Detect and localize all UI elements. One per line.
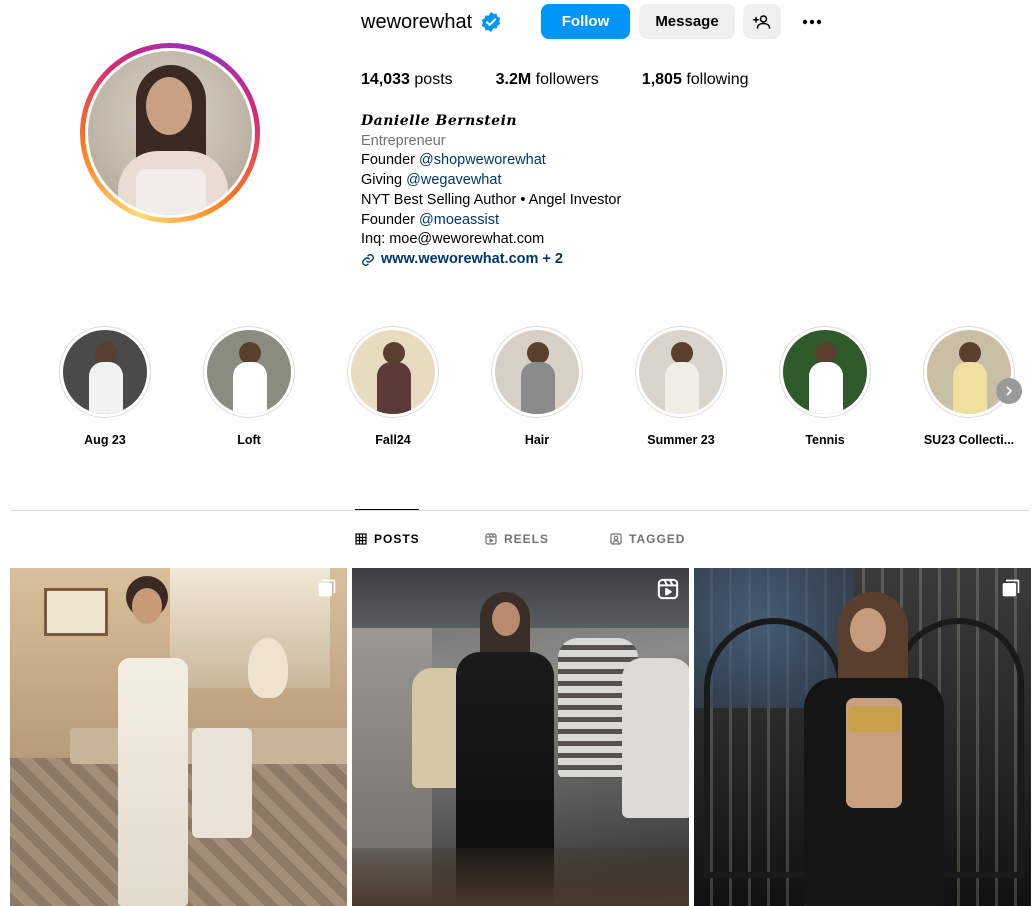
tab-posts[interactable]: POSTS [355, 532, 420, 546]
highlight-ring [779, 326, 871, 418]
highlight-label: Fall24 [375, 433, 411, 447]
carousel-icon [1002, 579, 1020, 597]
followers-stat[interactable]: 3.2M followers [496, 71, 599, 89]
following-label: following [686, 71, 749, 88]
highlight-cover [927, 330, 1011, 414]
tab-tagged-label: TAGGED [629, 532, 686, 546]
highlight-ring [635, 326, 727, 418]
highlight-item[interactable]: Aug 23 [59, 326, 151, 447]
mention-link[interactable]: @moeassist [419, 212, 499, 228]
post-thumbnail[interactable] [352, 568, 689, 906]
posts-count: 14,033 [361, 71, 410, 88]
highlight-label: Aug 23 [84, 433, 126, 447]
highlight-ring [59, 326, 151, 418]
bio-line: Inq: moe@weworewhat.com [361, 231, 545, 248]
tab-tagged[interactable]: TAGGED [610, 532, 685, 546]
following-stat[interactable]: 1,805 following [642, 71, 749, 89]
followers-label: followers [535, 71, 599, 88]
highlight-item[interactable]: Fall24 [347, 326, 439, 447]
following-count: 1,805 [641, 71, 682, 88]
bio-text: Founder [361, 152, 420, 169]
highlight-label: Tennis [805, 433, 845, 447]
highlight-ring [491, 326, 583, 418]
highlight-cover [639, 330, 723, 414]
link-icon [362, 253, 374, 266]
username-row: weworewhat [361, 4, 502, 40]
highlight-label: SU23 Collecti... [923, 433, 1015, 447]
mention-link[interactable]: @wegavewhat [406, 172, 501, 188]
highlight-ring [347, 326, 439, 418]
category-label: Entrepreneur [361, 132, 446, 149]
highlight-item[interactable]: Summer 23 [635, 326, 727, 447]
tab-reels[interactable]: REELS [485, 532, 549, 546]
post-thumbnail[interactable] [10, 568, 347, 906]
external-link-text: www.weworewhat.com + 2 [381, 250, 563, 267]
tab-reels-label: REELS [504, 532, 550, 546]
chevron-right-icon [1006, 386, 1012, 396]
bio-line: NYT Best Selling Author • Angel Investor [361, 191, 622, 208]
tab-posts-label: POSTS [374, 532, 420, 546]
more-options-button[interactable] [793, 4, 831, 39]
add-person-icon [753, 14, 771, 29]
reels-icon [485, 533, 497, 545]
highlight-item[interactable]: Loft [203, 326, 295, 447]
tagged-user-icon [610, 533, 622, 545]
posts-label: posts [414, 71, 453, 88]
highlight-label: Summer 23 [647, 433, 715, 447]
avatar-gap [85, 48, 255, 218]
post-thumbnail[interactable] [694, 568, 1031, 906]
highlights-next-button[interactable] [996, 378, 1022, 404]
bio-line: Founder @moeassist [361, 211, 621, 231]
message-button[interactable]: Message [639, 4, 735, 39]
highlight-label: Hair [524, 433, 550, 447]
more-horizontal-icon [802, 19, 822, 24]
highlight-ring [923, 326, 1015, 418]
profile-bio: Danielle Bernstein Entrepreneur Founder … [361, 112, 621, 270]
highlight-cover [495, 330, 579, 414]
highlight-cover [783, 330, 867, 414]
highlight-item[interactable]: Hair [491, 326, 583, 447]
profile-avatar[interactable] [80, 43, 260, 223]
highlight-cover [207, 330, 291, 414]
highlight-item[interactable]: Tennis [779, 326, 871, 447]
highlight-ring [203, 326, 295, 418]
tabs-divider [10, 510, 1030, 511]
bio-line: Founder @shopweworewhat [361, 151, 621, 171]
avatar-image [88, 51, 252, 215]
profile-stats: 14,033 posts 3.2M followers 1,805 follow… [361, 71, 792, 89]
followers-count: 3.2M [495, 71, 532, 88]
bio-line: Giving @wegavewhat [361, 171, 621, 191]
reel-clip-icon [657, 578, 679, 600]
full-name: Danielle Bernstein [361, 113, 518, 129]
posts-stat: 14,033 posts [361, 71, 453, 89]
highlight-cover [63, 330, 147, 414]
verified-badge-icon [482, 11, 501, 33]
external-link[interactable]: www.weworewhat.com + 2 [361, 250, 621, 270]
grid-icon [355, 533, 367, 545]
carousel-icon [318, 579, 336, 597]
highlight-label: Loft [237, 433, 261, 447]
username: weworewhat [361, 10, 473, 33]
mention-link[interactable]: @shopweworewhat [419, 152, 546, 168]
suggest-users-button[interactable] [743, 4, 781, 39]
active-tab-indicator [355, 509, 419, 510]
bio-text: Founder [361, 211, 420, 228]
bio-text: Giving [361, 172, 407, 189]
highlight-cover [351, 330, 435, 414]
follow-button[interactable]: Follow [541, 4, 630, 39]
